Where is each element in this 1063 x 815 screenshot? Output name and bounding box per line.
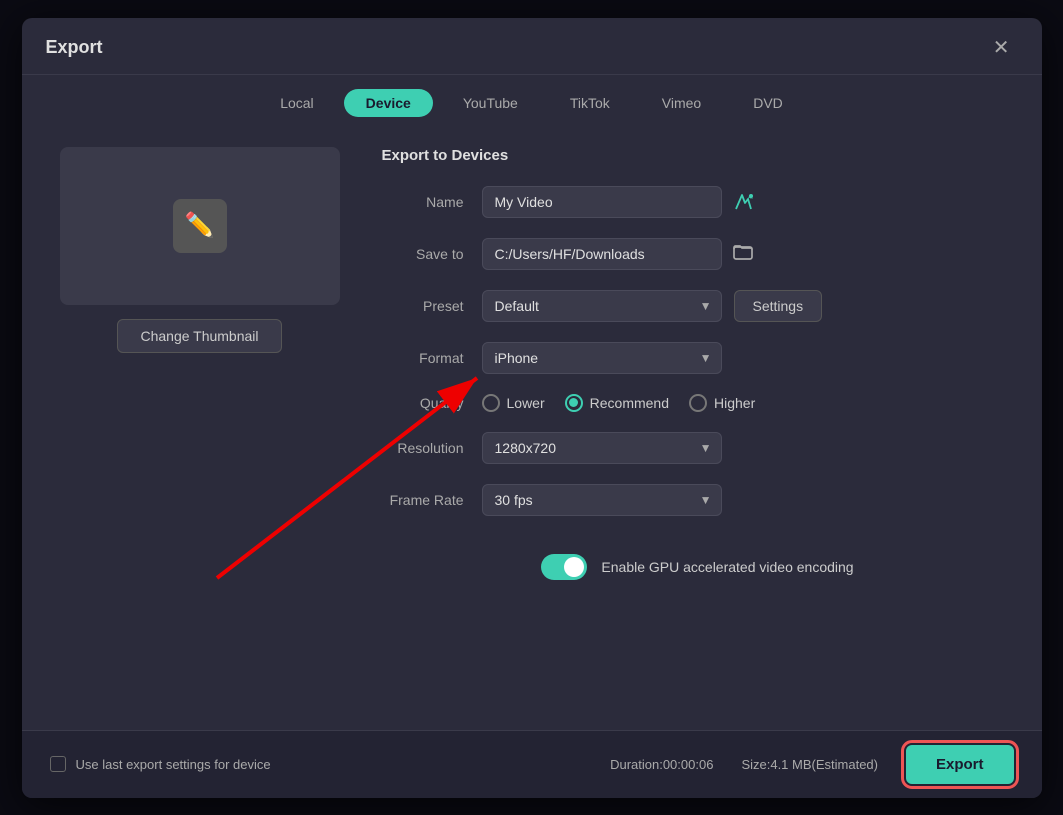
toggle-knob xyxy=(564,557,584,577)
thumbnail-preview: ✏️ xyxy=(60,147,340,305)
dialog-body: ✏️ Change Thumbnail Export to Devices Na… xyxy=(22,127,1042,730)
tabs-bar: Local Device YouTube TikTok Vimeo DVD xyxy=(22,75,1042,127)
preset-label: Preset xyxy=(382,298,482,314)
right-panel: Export to Devices Name AI Save xyxy=(382,147,1014,710)
quality-recommend-radio[interactable] xyxy=(565,394,583,412)
quality-lower-radio[interactable] xyxy=(482,394,500,412)
name-row: Name AI xyxy=(382,186,1014,218)
last-export-row: Use last export settings for device xyxy=(50,756,271,772)
quality-options: Lower Recommend Higher xyxy=(482,394,756,412)
gpu-row: Enable GPU accelerated video encoding xyxy=(382,554,1014,580)
gpu-toggle[interactable] xyxy=(541,554,587,580)
frame-rate-select[interactable]: 30 fps xyxy=(482,484,722,516)
gpu-label: Enable GPU accelerated video encoding xyxy=(601,559,853,575)
quality-higher-option[interactable]: Higher xyxy=(689,394,755,412)
quality-row: Quality Lower Recommend xyxy=(382,394,1014,412)
preset-select[interactable]: Default xyxy=(482,290,722,322)
format-label: Format xyxy=(382,350,482,366)
last-export-label: Use last export settings for device xyxy=(76,757,271,772)
tab-vimeo[interactable]: Vimeo xyxy=(640,89,723,117)
last-export-checkbox[interactable] xyxy=(50,756,66,772)
tab-device[interactable]: Device xyxy=(344,89,433,117)
quality-recommend-inner xyxy=(569,398,578,407)
name-label: Name xyxy=(382,194,482,210)
resolution-label: Resolution xyxy=(382,440,482,456)
dialog-overlay: Export ✕ Local Device YouTube TikTok Vim… xyxy=(0,0,1063,815)
left-panel: ✏️ Change Thumbnail xyxy=(50,147,350,710)
frame-rate-label: Frame Rate xyxy=(382,492,482,508)
format-select[interactable]: iPhone xyxy=(482,342,722,374)
close-button[interactable]: ✕ xyxy=(985,34,1018,62)
resolution-select-wrap: 1280x720 ▼ xyxy=(482,432,722,464)
save-to-row: Save to xyxy=(382,238,1014,270)
frame-rate-select-wrap: 30 fps ▼ xyxy=(482,484,722,516)
dialog-footer: Use last export settings for device Dura… xyxy=(22,730,1042,798)
thumbnail-edit-icon: ✏️ xyxy=(173,199,227,253)
frame-rate-row: Frame Rate 30 fps ▼ xyxy=(382,484,1014,516)
folder-icon xyxy=(732,240,754,262)
preset-row: Preset Default ▼ Settings xyxy=(382,290,1014,322)
section-title: Export to Devices xyxy=(382,147,1014,164)
resolution-select[interactable]: 1280x720 xyxy=(482,432,722,464)
change-thumbnail-button[interactable]: Change Thumbnail xyxy=(117,319,281,353)
format-row: Format iPhone ▼ xyxy=(382,342,1014,374)
size-label: Size:4.1 MB(Estimated) xyxy=(741,757,878,772)
resolution-row: Resolution 1280x720 ▼ xyxy=(382,432,1014,464)
preset-select-wrap: Default ▼ xyxy=(482,290,722,322)
dialog-title: Export xyxy=(46,37,103,58)
quality-recommend-option[interactable]: Recommend xyxy=(565,394,669,412)
settings-button[interactable]: Settings xyxy=(734,290,823,322)
dialog-header: Export ✕ xyxy=(22,18,1042,75)
quality-label: Quality xyxy=(382,395,482,411)
tab-tiktok[interactable]: TikTok xyxy=(548,89,632,117)
ai-icon-button[interactable]: AI xyxy=(732,191,754,213)
quality-recommend-label: Recommend xyxy=(590,395,669,411)
footer-right: Duration:00:00:06 Size:4.1 MB(Estimated)… xyxy=(610,745,1013,784)
quality-lower-option[interactable]: Lower xyxy=(482,394,545,412)
format-select-wrap: iPhone ▼ xyxy=(482,342,722,374)
duration-label: Duration:00:00:06 xyxy=(610,757,713,772)
tab-youtube[interactable]: YouTube xyxy=(441,89,540,117)
quality-lower-label: Lower xyxy=(507,395,545,411)
tab-local[interactable]: Local xyxy=(258,89,335,117)
quality-higher-label: Higher xyxy=(714,395,755,411)
name-input[interactable] xyxy=(482,186,722,218)
export-dialog: Export ✕ Local Device YouTube TikTok Vim… xyxy=(22,18,1042,798)
tab-dvd[interactable]: DVD xyxy=(731,89,805,117)
save-to-label: Save to xyxy=(382,246,482,262)
save-to-input[interactable] xyxy=(482,238,722,270)
folder-icon-button[interactable] xyxy=(732,240,754,267)
svg-text:AI: AI xyxy=(748,195,753,201)
quality-higher-radio[interactable] xyxy=(689,394,707,412)
export-button[interactable]: Export xyxy=(906,745,1014,784)
ai-icon: AI xyxy=(732,191,754,213)
